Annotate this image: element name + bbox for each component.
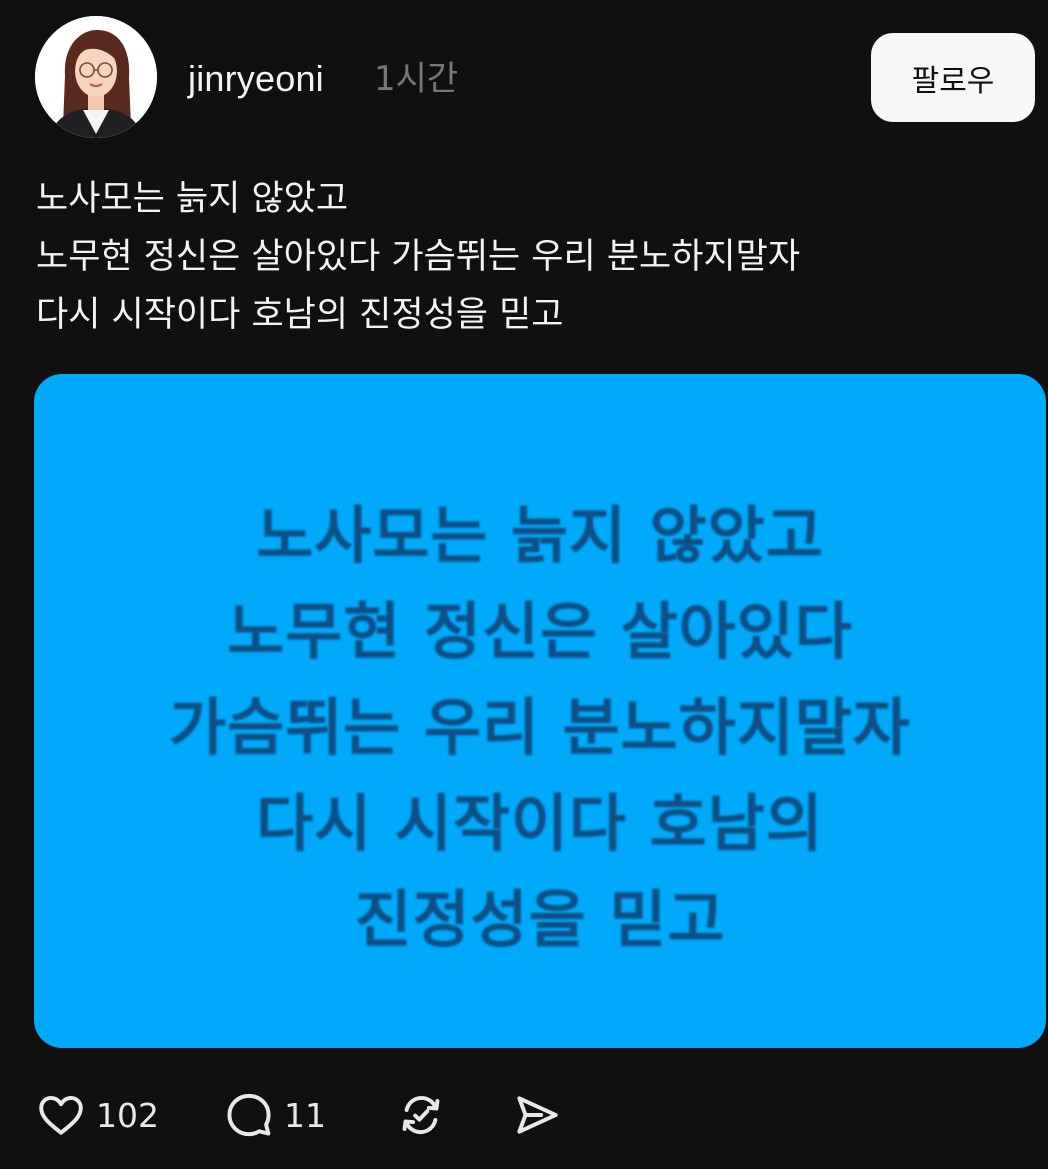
- caption-line: 노무현 정신은 살아있다 가슴뛰는 우리 분노하지말자: [36, 237, 801, 277]
- follow-button[interactable]: 팔로우: [871, 33, 1035, 122]
- post-caption: 노사모는 늙지 않았고 노무현 정신은 살아있다 가슴뛰는 우리 분노하지말자 …: [36, 170, 1026, 344]
- repost-icon: [396, 1090, 446, 1140]
- like-button[interactable]: 102: [36, 1080, 159, 1150]
- image-text: 노사모는 늙지 않았고 노무현 정신은 살아있다 가슴뛰는 우리 분노하지말자 …: [34, 488, 1046, 968]
- image-text-line: 진정성을 믿고: [354, 883, 726, 956]
- avatar-photo: [35, 16, 157, 138]
- username[interactable]: jinryeoni: [188, 54, 324, 104]
- image-text-line: 가슴뛰는 우리 분노하지말자: [169, 691, 911, 764]
- reply-button[interactable]: 11: [224, 1080, 326, 1150]
- image-text-line: 노사모는 늙지 않았고: [256, 499, 824, 572]
- send-icon: [512, 1090, 562, 1140]
- comment-icon: [224, 1090, 274, 1140]
- image-text-line: 노무현 정신은 살아있다: [227, 595, 853, 668]
- caption-line: 다시 시작이다 호남의 진정성을 믿고: [36, 295, 564, 335]
- share-button[interactable]: [512, 1080, 562, 1150]
- repost-button[interactable]: [396, 1080, 446, 1150]
- image-text-line: 다시 시작이다 호남의: [256, 787, 824, 860]
- post-image[interactable]: 노사모는 늙지 않았고 노무현 정신은 살아있다 가슴뛰는 우리 분노하지말자 …: [34, 374, 1046, 1048]
- like-count: 102: [96, 1095, 159, 1135]
- reply-count: 11: [284, 1095, 326, 1135]
- post-header: jinryeoni 1시간 팔로우: [0, 0, 1048, 150]
- heart-icon: [36, 1090, 86, 1140]
- avatar[interactable]: [35, 16, 157, 138]
- caption-line: 노사모는 늙지 않았고: [36, 179, 349, 219]
- timestamp: 1시간: [374, 59, 459, 99]
- action-bar: 102 11: [0, 1080, 1048, 1150]
